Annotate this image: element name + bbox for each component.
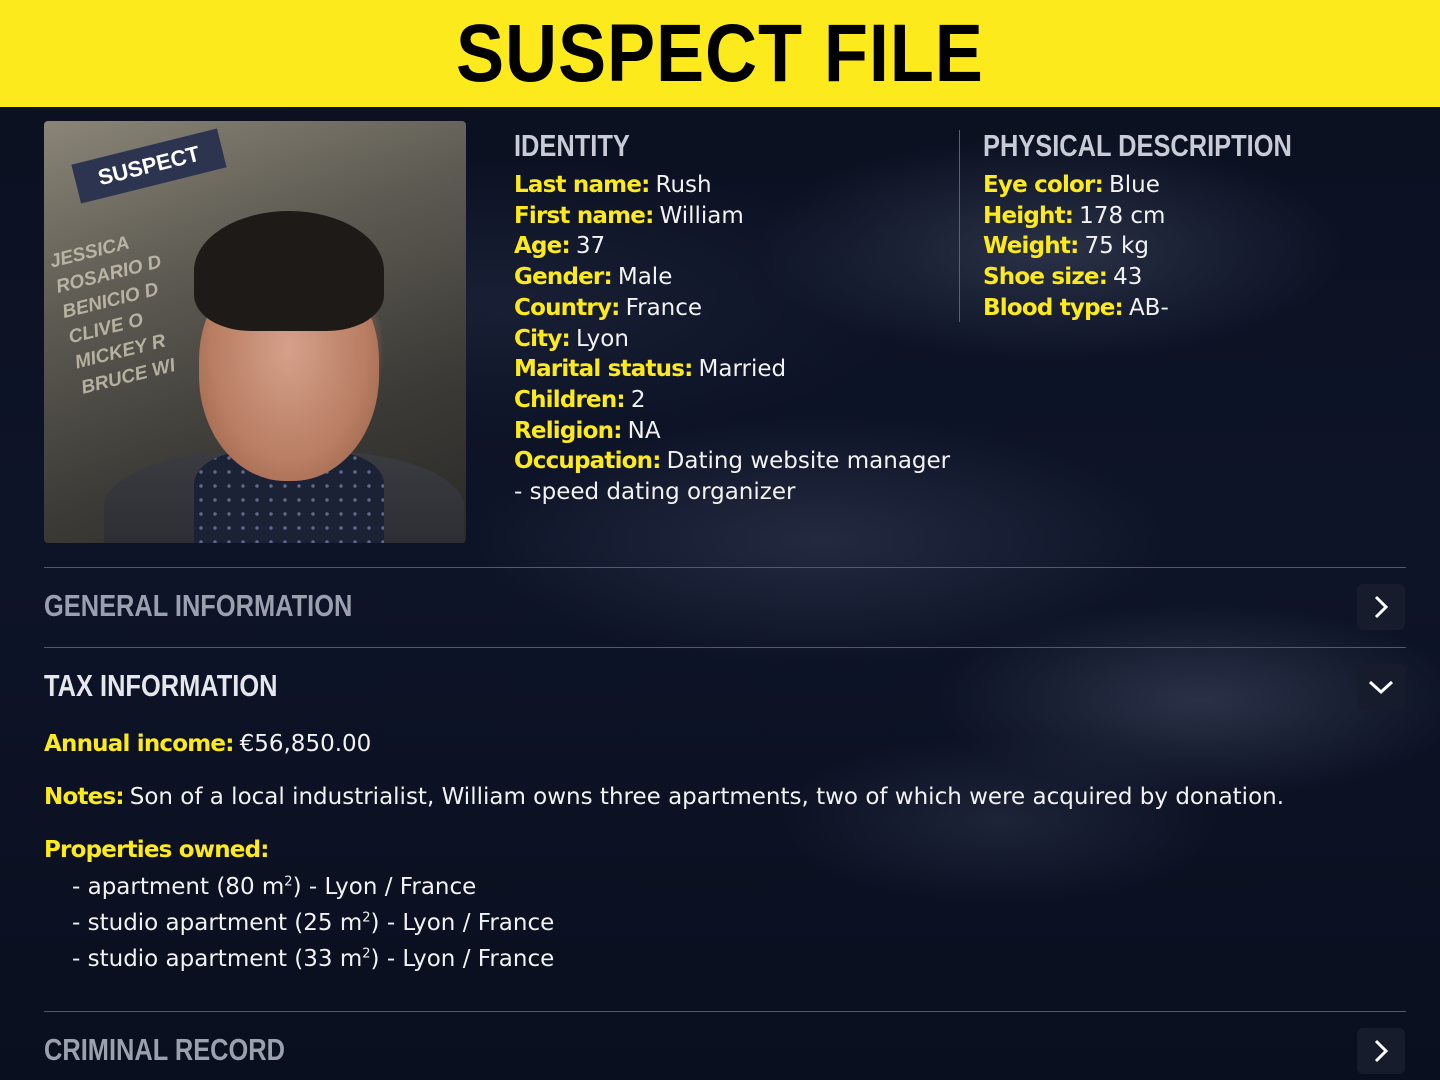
field-value: Married xyxy=(698,356,787,383)
tax-information-header[interactable]: TAX INFORMATION xyxy=(44,668,277,704)
property-type: - apartment (80 m xyxy=(72,874,285,900)
physical-panel: PHYSICAL DESCRIPTION Eye color: Blue Heig… xyxy=(983,128,1403,324)
suspect-photo: JESSICA ROSARIO D BENICIO D CLIVE O MICK… xyxy=(44,121,466,543)
page-title: SUSPECT FILE xyxy=(456,7,984,99)
criminal-record-toggle[interactable] xyxy=(1357,1028,1405,1074)
field-label: Last name: xyxy=(514,172,650,198)
field-height: Height: 178 cm xyxy=(983,201,1403,232)
suspect-tag: SUSPECT xyxy=(71,128,227,204)
field-value: Dating website manager xyxy=(666,448,951,475)
property-type: - studio apartment (33 m xyxy=(72,946,363,972)
field-last-name: Last name: Rush xyxy=(514,170,954,201)
field-value: France xyxy=(625,294,703,321)
field-age: Age: 37 xyxy=(514,231,954,262)
field-value: Blue xyxy=(1108,172,1160,198)
field-value: Male xyxy=(617,264,673,291)
field-weight: Weight: 75 kg xyxy=(983,231,1403,262)
identity-panel: IDENTITY Last name: Rush First name: Willi… xyxy=(514,128,954,507)
field-value: Lyon xyxy=(575,325,629,352)
identity-heading: IDENTITY xyxy=(514,128,630,163)
field-label: Weight: xyxy=(983,233,1079,260)
column-divider xyxy=(959,130,960,322)
property-type: - studio apartment (25 m xyxy=(72,910,363,936)
field-gender: Gender: Male xyxy=(514,262,954,293)
tax-information-toggle[interactable] xyxy=(1357,664,1405,710)
tax-notes: Notes: Son of a local industrialist, Will… xyxy=(44,784,1284,810)
annual-income: Annual income: €56,850.00 xyxy=(44,731,371,757)
field-religion: Religion: NA xyxy=(514,416,954,447)
field-blood-type: Blood type: AB- xyxy=(983,293,1403,324)
general-information-header[interactable]: GENERAL INFORMATION xyxy=(44,588,352,624)
properties-label: Properties owned: xyxy=(44,837,269,863)
field-value: William xyxy=(659,202,744,229)
field-label: Gender: xyxy=(514,264,613,291)
field-label: Eye color: xyxy=(983,172,1104,198)
field-value: AB- xyxy=(1128,294,1169,321)
chevron-right-icon xyxy=(1374,1039,1389,1063)
property-location: ) - Lyon / France xyxy=(292,874,477,900)
unit-superscript: 2 xyxy=(284,874,293,890)
property-location: ) - Lyon / France xyxy=(370,910,555,936)
field-eye-color: Eye color: Blue xyxy=(983,170,1403,201)
field-value: 75 kg xyxy=(1084,233,1149,260)
properties-heading: Properties owned: xyxy=(44,837,275,863)
notes-label: Notes: xyxy=(44,784,125,810)
divider xyxy=(44,647,1406,648)
field-label: First name: xyxy=(514,202,654,229)
field-shoe-size: Shoe size: 43 xyxy=(983,262,1403,293)
field-first-name: First name: William xyxy=(514,201,954,232)
field-value: 43 xyxy=(1113,264,1143,291)
field-label: City: xyxy=(514,325,571,352)
property-location: ) - Lyon / France xyxy=(370,946,555,972)
field-value: Rush xyxy=(655,172,712,198)
field-label: Blood type: xyxy=(983,294,1124,321)
notes-value: Son of a local industrialist, William ow… xyxy=(129,784,1285,810)
divider xyxy=(44,1011,1406,1012)
income-value: €56,850.00 xyxy=(239,731,372,757)
poster-background-text: JESSICA ROSARIO D BENICIO D CLIVE O MICK… xyxy=(47,216,221,401)
field-label: Children: xyxy=(514,386,626,413)
property-item: - studio apartment (33 m2) - Lyon / Fran… xyxy=(72,946,554,972)
field-city: City: Lyon xyxy=(514,324,954,355)
field-label: Shoe size: xyxy=(983,264,1108,291)
field-children: Children: 2 xyxy=(514,385,954,416)
field-label: Marital status: xyxy=(514,356,693,383)
field-label: Occupation: xyxy=(514,448,661,475)
field-occupation: Occupation: Dating website manager xyxy=(514,446,954,477)
field-value: 37 xyxy=(575,233,606,260)
chevron-down-icon xyxy=(1368,680,1394,695)
header-bar: SUSPECT FILE xyxy=(0,0,1440,107)
unit-superscript: 2 xyxy=(362,946,371,962)
criminal-record-header[interactable]: CRIMINAL RECORD xyxy=(44,1032,285,1068)
unit-superscript: 2 xyxy=(362,910,371,926)
field-label: Age: xyxy=(514,233,571,260)
income-label: Annual income: xyxy=(44,731,234,757)
physical-heading: PHYSICAL DESCRIPTION xyxy=(983,128,1292,163)
general-information-toggle[interactable] xyxy=(1357,584,1405,630)
chevron-right-icon xyxy=(1374,595,1389,619)
field-country: Country: France xyxy=(514,293,954,324)
photo-hair xyxy=(194,211,384,331)
field-marital-status: Marital status: Married xyxy=(514,354,954,385)
field-label: Country: xyxy=(514,294,620,321)
occupation-continued: - speed dating organizer xyxy=(514,479,796,506)
divider xyxy=(44,567,1406,568)
property-item: - studio apartment (25 m2) - Lyon / Fran… xyxy=(72,910,554,936)
property-item: - apartment (80 m2) - Lyon / France xyxy=(72,874,476,900)
field-value: 178 cm xyxy=(1079,202,1166,229)
field-label: Height: xyxy=(983,202,1074,229)
field-value: 2 xyxy=(630,386,646,413)
field-value: NA xyxy=(627,417,661,444)
field-label: Religion: xyxy=(514,417,622,444)
